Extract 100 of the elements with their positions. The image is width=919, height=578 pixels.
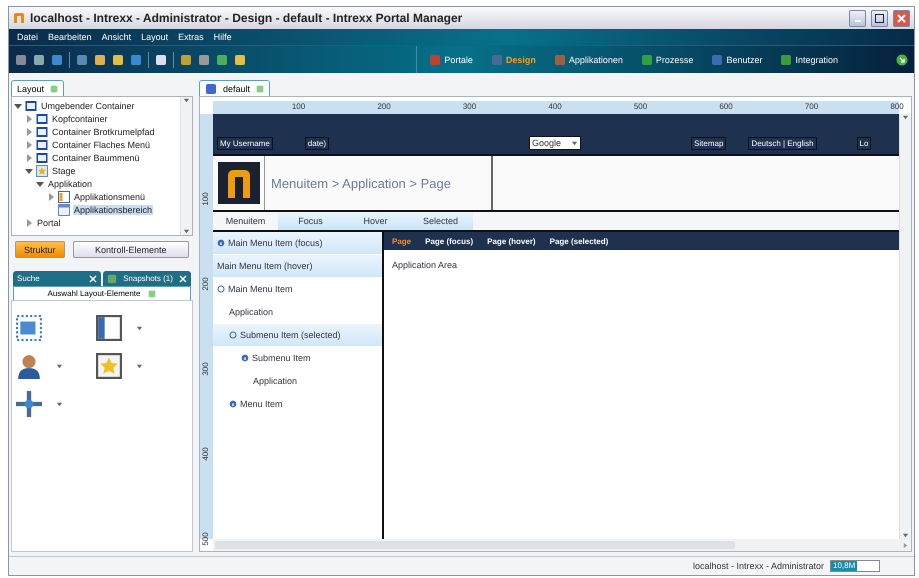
- close-icon[interactable]: [89, 274, 97, 282]
- menu-panel-icon: [58, 190, 70, 202]
- info-dot-icon: [241, 354, 249, 362]
- page-tab[interactable]: Page (selected): [550, 236, 608, 246]
- header-link[interactable]: Lo: [856, 137, 872, 150]
- caret-icon[interactable]: [136, 362, 143, 370]
- tree-item[interactable]: Umgebender Container: [40, 100, 136, 110]
- menu-tab[interactable]: Focus: [278, 212, 343, 230]
- menu-tab[interactable]: Selected: [408, 212, 473, 230]
- caret-icon[interactable]: [36, 180, 44, 188]
- tree-item[interactable]: Stage: [51, 166, 77, 176]
- caret-icon[interactable]: [136, 324, 143, 332]
- info-dot-icon: [229, 400, 237, 408]
- perspective-tab[interactable]: Portale: [423, 54, 479, 66]
- close-icon: [897, 14, 906, 22]
- maximize-button[interactable]: [871, 10, 888, 26]
- perspective-icon: [711, 54, 724, 66]
- ring-icon: [229, 331, 237, 339]
- dropdown-field[interactable]: Google: [529, 136, 582, 150]
- ruler-label: 400: [548, 102, 562, 111]
- close-button[interactable]: [893, 10, 910, 26]
- page-tab[interactable]: Page: [392, 236, 412, 246]
- caret-icon[interactable]: [571, 140, 578, 146]
- scrollbar[interactable]: [180, 97, 192, 235]
- close-icon[interactable]: [179, 274, 187, 282]
- area-label: Application Area: [392, 260, 458, 270]
- exit-icon: [896, 54, 908, 66]
- perspective-icon: [429, 54, 442, 66]
- toolbar-icon: [33, 54, 45, 66]
- header-link[interactable]: Sitemap: [691, 137, 726, 150]
- caret-icon[interactable]: [14, 102, 22, 110]
- tree-item[interactable]: Applikationsbereich: [73, 204, 154, 214]
- ruler-label: 100: [201, 192, 210, 206]
- ruler-label: 200: [201, 277, 210, 291]
- menu-item-row[interactable]: Main Menu Item (focus): [213, 232, 382, 255]
- minimize-button[interactable]: [849, 10, 866, 26]
- info-dot-icon: [217, 239, 225, 247]
- toolbar-icon: [180, 54, 192, 66]
- document-tab[interactable]: default: [199, 80, 270, 96]
- header-link[interactable]: My Username: [217, 137, 273, 150]
- crosshair-icon: [16, 391, 42, 417]
- caret-icon[interactable]: [56, 400, 63, 408]
- menu-item[interactable]: Layout: [141, 32, 168, 42]
- caret-icon[interactable]: [902, 114, 909, 121]
- menu-tab[interactable]: Hover: [343, 212, 408, 230]
- container-icon: [36, 126, 48, 138]
- ruler-label: 500: [634, 102, 648, 111]
- caret-icon[interactable]: [183, 228, 190, 235]
- container-icon: [36, 138, 48, 150]
- toolbar-icon: [216, 54, 228, 66]
- perspective-icon: [490, 54, 503, 66]
- memory-meter: 10,8M: [830, 560, 880, 572]
- menu-item-label: Submenu Item (selected): [240, 330, 341, 340]
- ruler-label: 400: [201, 447, 210, 461]
- layout-tab[interactable]: Layout: [11, 80, 64, 96]
- ruler-label: 100: [292, 102, 306, 111]
- panel-tab[interactable]: Suche: [13, 271, 101, 286]
- page-tab[interactable]: Page (focus): [425, 236, 474, 246]
- perspective-tab[interactable]: Integration: [774, 54, 844, 66]
- header-link[interactable]: Deutsch | English: [748, 137, 817, 150]
- star-frame-icon: [96, 353, 122, 379]
- tree-item[interactable]: Container Baummenü: [51, 152, 141, 162]
- tree-item[interactable]: Applikation: [47, 178, 94, 188]
- panel-tab[interactable]: Snapshots (1): [103, 271, 191, 286]
- header-link[interactable]: date): [304, 137, 330, 150]
- scrollbar[interactable]: [213, 539, 911, 551]
- menu-item[interactable]: Datei: [17, 32, 38, 42]
- toolbar-icon: [15, 54, 27, 66]
- caret-icon[interactable]: [25, 166, 33, 174]
- tree-item[interactable]: Portal: [36, 218, 62, 228]
- toggle-button[interactable]: Struktur: [15, 241, 65, 258]
- tree-item[interactable]: Container Brotkrumelpfad: [51, 126, 156, 136]
- star-frame-icon: [36, 164, 48, 176]
- menu-item-row[interactable]: Submenu Item (selected): [213, 324, 382, 347]
- menu-item[interactable]: Hilfe: [214, 32, 232, 42]
- perspective-tab[interactable]: Prozesse: [634, 54, 700, 66]
- container-icon: [36, 152, 48, 164]
- container-icon: [25, 100, 37, 112]
- menu-item[interactable]: Extras: [178, 32, 204, 42]
- ruler-label: 600: [719, 102, 733, 111]
- menu-item-label: Main Menu Item: [228, 284, 293, 294]
- caret-icon[interactable]: [183, 97, 190, 104]
- tree-item[interactable]: Applikationsmenü: [73, 192, 146, 202]
- menu-item[interactable]: Ansicht: [102, 32, 132, 42]
- tree-item[interactable]: Kopfcontainer: [51, 114, 109, 124]
- menu-item[interactable]: Bearbeiten: [48, 32, 92, 42]
- page-tab[interactable]: Page (hover): [487, 236, 536, 246]
- status-text: localhost - Intrexx - Administrator: [692, 561, 824, 571]
- toolbar-icon: [234, 54, 246, 66]
- ruler-label: 500: [201, 532, 210, 546]
- perspective-tab[interactable]: Benutzer: [705, 54, 768, 66]
- tree-item[interactable]: Container Flaches Menü: [51, 140, 152, 150]
- tab-label: Snapshots (1): [123, 274, 173, 283]
- perspective-tab[interactable]: Applikationen: [548, 54, 629, 66]
- logo-icon: [218, 162, 260, 204]
- scrollbar[interactable]: [899, 114, 911, 539]
- menu-item-row[interactable]: Main Menu Item (hover): [213, 255, 382, 278]
- toggle-button[interactable]: Kontroll-Elemente: [72, 241, 189, 258]
- caret-icon[interactable]: [56, 362, 63, 370]
- palette-tab[interactable]: Auswahl Layout-Elemente: [13, 286, 191, 300]
